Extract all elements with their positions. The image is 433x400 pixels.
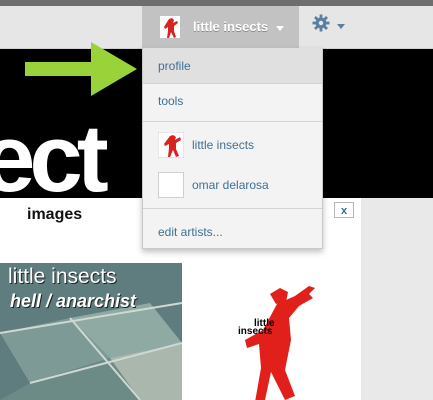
gear-icon <box>312 14 330 32</box>
images-heading: images <box>27 206 83 223</box>
art-label-line2: insects <box>238 326 273 337</box>
menu-item-profile[interactable]: profile <box>143 48 322 83</box>
close-button[interactable]: x <box>334 202 354 218</box>
username-label: little insects <box>193 19 269 34</box>
user-menu-button[interactable]: little insects <box>142 6 299 48</box>
artist-avatar-icon <box>160 16 180 38</box>
right-gray-panel <box>361 198 433 400</box>
artist-figure-art[interactable] <box>225 282 335 400</box>
menu-item-label: tools <box>158 94 184 108</box>
artist-avatar-icon <box>158 132 184 158</box>
blank-avatar-icon <box>158 172 184 198</box>
hero-text: ect <box>0 105 109 212</box>
menu-item-label: little insects <box>192 138 255 152</box>
album-title: little insects <box>8 265 117 288</box>
menu-item-artist-omar-delarosa[interactable]: omar delarosa <box>143 168 322 208</box>
chevron-down-icon <box>337 24 345 29</box>
menu-item-edit-artists[interactable]: edit artists... <box>143 209 322 249</box>
menu-item-artist-little-insects[interactable]: little insects <box>143 122 322 168</box>
chevron-down-icon <box>276 26 284 31</box>
settings-menu-button[interactable] <box>308 10 350 40</box>
menu-item-label: edit artists... <box>158 225 223 239</box>
menu-item-label: omar delarosa <box>192 178 269 192</box>
menu-item-label: profile <box>158 59 191 73</box>
album-subtitle: hell / anarchist <box>10 291 137 311</box>
user-dropdown-menu: profile tools little insects omar delaro… <box>142 48 323 249</box>
green-arrow-icon <box>25 42 137 96</box>
menu-item-tools[interactable]: tools <box>143 84 322 121</box>
